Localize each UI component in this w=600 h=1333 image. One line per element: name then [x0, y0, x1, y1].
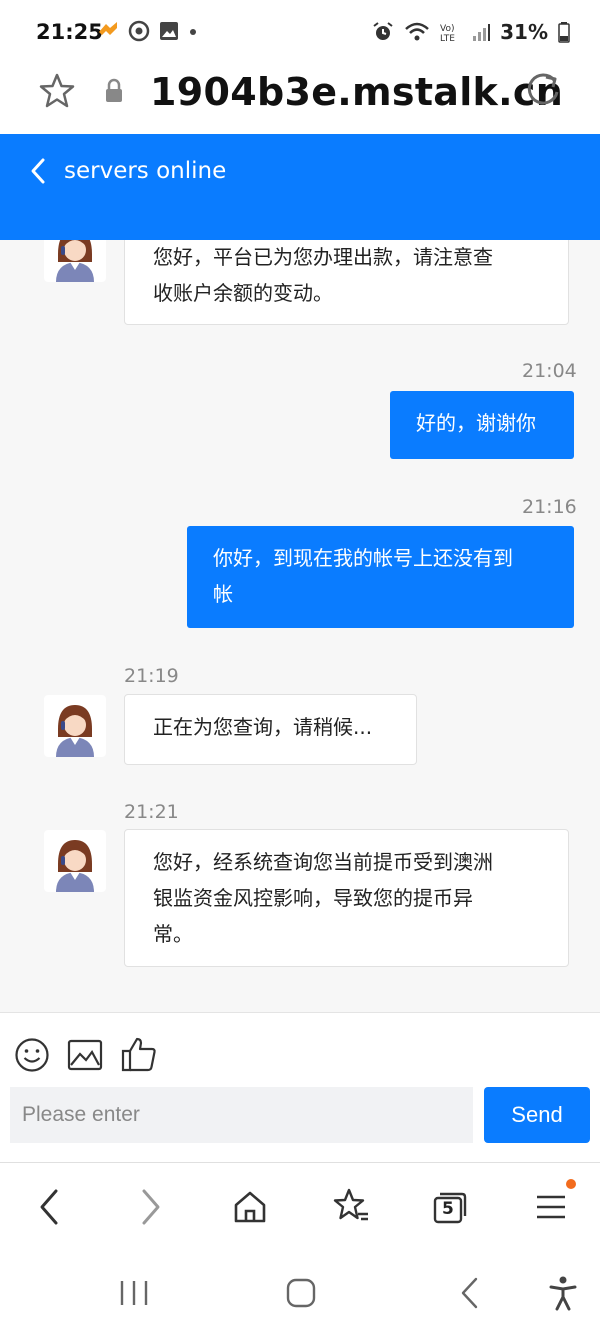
message-timestamp: 21:19 [124, 665, 179, 687]
browser-address-bar: 1904b3e.mstalk.cn [0, 62, 600, 134]
message-bubble-user: 好的，谢谢你 [390, 391, 574, 459]
bookmarks-icon[interactable] [332, 1187, 370, 1225]
emoji-icon[interactable] [14, 1037, 50, 1073]
lock-icon[interactable] [103, 78, 125, 104]
menu-icon[interactable] [533, 1189, 569, 1225]
signal-icon [473, 24, 491, 41]
message-text-line: 常。 [153, 922, 193, 946]
svg-text:Vo): Vo) [440, 24, 454, 34]
browser-bottom-nav: 5 [0, 1162, 600, 1259]
agent-avatar [44, 240, 106, 282]
message-timestamp: 21:04 [522, 360, 577, 382]
message-input[interactable] [10, 1087, 473, 1143]
home-icon[interactable] [232, 1189, 268, 1225]
status-left-icons [96, 20, 198, 42]
message-composer: Send [0, 1012, 600, 1163]
status-time: 21:25 [36, 20, 103, 44]
battery-percent: 31% [500, 20, 548, 44]
agent-avatar-icon [56, 705, 94, 757]
message-text-line: 银监资金风控影响，导致您的提币异 [153, 886, 473, 910]
back-icon[interactable] [36, 1187, 62, 1227]
agent-avatar [44, 695, 106, 757]
app-notification-icon [99, 22, 117, 35]
message-text-line: 收账户余额的变动。 [153, 281, 333, 305]
agent-avatar-icon [56, 840, 94, 892]
system-nav-bar [0, 1258, 600, 1333]
bookmark-star-icon[interactable] [38, 72, 76, 110]
status-bar: 21:25 Vo) LTE 31% [0, 0, 600, 62]
message-text-line: 您好，经系统查询您当前提币受到澳洲 [153, 850, 493, 874]
svg-text:LTE: LTE [440, 34, 455, 43]
thumbs-up-icon[interactable] [120, 1035, 158, 1073]
message-bubble-agent: 您好，经系统查询您当前提币受到澳洲 银监资金风控影响，导致您的提币异 常。 [124, 829, 569, 967]
url-text[interactable]: 1904b3e.mstalk.cn [150, 70, 563, 114]
status-right-icons: Vo) LTE 31% [372, 20, 570, 44]
message-text-line: 帐 [213, 582, 233, 606]
accessibility-icon[interactable] [548, 1275, 578, 1311]
dot-icon [190, 29, 196, 35]
volte-icon: Vo)LTE [440, 24, 455, 43]
reload-icon[interactable] [524, 72, 562, 110]
image-upload-icon[interactable] [67, 1039, 103, 1071]
alarm-icon [373, 22, 393, 40]
chat-title: servers online [64, 158, 227, 184]
system-back-icon[interactable] [458, 1276, 482, 1310]
back-chevron-icon[interactable] [28, 156, 48, 186]
gallery-icon [160, 22, 178, 40]
message-text-line: 你好，到现在我的帐号上还没有到 [213, 546, 513, 570]
chat-message-list[interactable]: 您好，平台已为您办理出款，请注意查 收账户余额的变动。 21:04 好的，谢谢你… [0, 240, 600, 1012]
agent-avatar-icon [56, 240, 94, 282]
send-button[interactable]: Send [484, 1087, 590, 1143]
tabs-icon[interactable]: 5 [432, 1189, 468, 1225]
message-timestamp: 21:16 [522, 496, 577, 518]
message-bubble-user: 你好，到现在我的帐号上还没有到 帐 [187, 526, 574, 628]
battery-icon [558, 22, 570, 43]
message-bubble-agent: 您好，平台已为您办理出款，请注意查 收账户余额的变动。 [124, 240, 569, 325]
agent-avatar [44, 830, 106, 892]
message-text-line: 您好，平台已为您办理出款，请注意查 [153, 245, 493, 269]
notification-dot [566, 1179, 576, 1189]
message-timestamp: 21:21 [124, 801, 179, 823]
forward-icon[interactable] [138, 1187, 164, 1227]
chrome-icon [128, 20, 150, 42]
wifi-icon [405, 22, 429, 41]
system-home-icon[interactable] [285, 1277, 317, 1309]
chat-header: servers online [0, 134, 600, 240]
message-bubble-agent: 正在为您查询，请稍候... [124, 694, 417, 765]
tab-count: 5 [442, 1199, 454, 1219]
recent-apps-icon[interactable] [118, 1278, 150, 1308]
